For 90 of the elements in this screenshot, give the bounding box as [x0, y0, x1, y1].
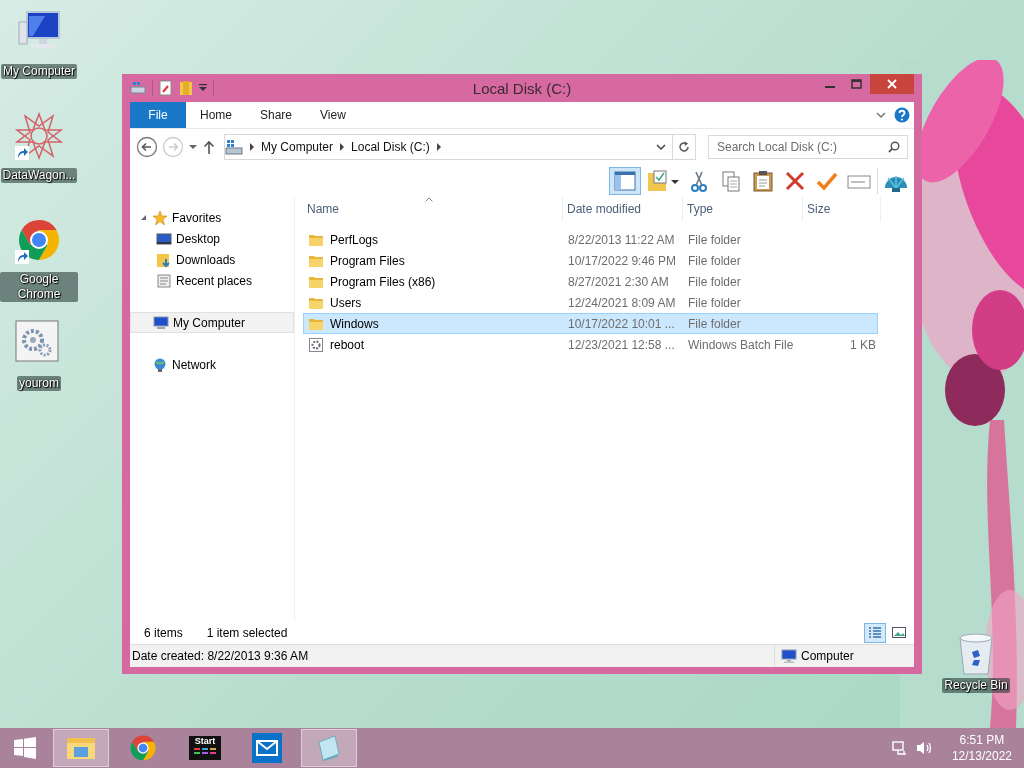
breadcrumb-arrow-icon[interactable] — [339, 143, 346, 151]
date-cell-text: 12/24/2021 8:09 AM — [567, 295, 677, 310]
file-name: Program Files — [330, 253, 405, 268]
windows-logo-icon[interactable] — [14, 737, 36, 759]
network-icon[interactable] — [891, 740, 908, 756]
file-name: Users — [330, 295, 362, 310]
column-header[interactable]: Size — [803, 197, 881, 221]
folder-download-icon — [156, 251, 172, 268]
desktop-icon-label[interactable]: yourom — [17, 376, 61, 391]
breadcrumb-arrow-icon[interactable] — [249, 143, 255, 151]
file-name: Windows — [330, 316, 379, 331]
file-row[interactable]: Windows 10/17/2022 10:01 ... File folder — [303, 313, 878, 334]
computer-icon — [781, 648, 797, 664]
color-bars-icon[interactable] — [192, 747, 218, 757]
nav-item[interactable]: Desktop — [130, 228, 294, 249]
properties-icon[interactable] — [159, 80, 173, 96]
type-cell-text: File folder — [687, 253, 742, 268]
search-icon[interactable] — [888, 141, 900, 153]
date-cell-text: 12/23/2021 12:58 ... — [567, 337, 676, 352]
close-button[interactable] — [870, 74, 914, 94]
date-cell-text: 8/27/2021 2:30 AM — [567, 274, 670, 289]
up-arrow-icon[interactable] — [202, 139, 216, 155]
status-location: Computer — [801, 649, 854, 663]
close-icon[interactable] — [887, 79, 897, 89]
status-text: Date created: 8/22/2013 9:36 AM — [132, 649, 309, 663]
item-count: 6 items — [144, 625, 183, 640]
caret-icon[interactable] — [188, 143, 198, 151]
caret-icon[interactable] — [199, 84, 207, 92]
file-name: reboot — [330, 337, 365, 352]
app-button[interactable]: Start — [177, 729, 233, 767]
chrome-icon[interactable] — [128, 733, 158, 763]
breadcrumb-link[interactable]: My Computer — [261, 140, 334, 154]
file-row[interactable]: Program Files (x86) 8/27/2021 2:30 AM File folder — [303, 271, 878, 292]
file-row[interactable]: PerfLogs 8/22/2013 11:22 AM File folder — [303, 229, 878, 250]
preview-pane-button[interactable] — [609, 167, 641, 195]
desktop-icon-label[interactable]: My Computer — [1, 64, 77, 79]
star-emblem-icon — [15, 112, 63, 160]
date-cell-text: 8/22/2013 11:22 AM — [567, 232, 676, 247]
desktop-icon-label[interactable]: Google Chrome — [0, 272, 78, 302]
drive-icon — [225, 139, 243, 155]
file-name: PerfLogs — [330, 232, 379, 247]
mail-icon[interactable] — [252, 733, 282, 763]
chevron-down-icon[interactable] — [656, 143, 666, 151]
preview-pane-icon[interactable] — [614, 170, 636, 192]
breadcrumb-arrow-icon[interactable] — [435, 143, 442, 151]
recent-places-icon — [156, 272, 172, 289]
nav-item[interactable]: Favorites — [130, 207, 294, 228]
desktop-icon-label[interactable]: Recycle Bin — [942, 678, 1010, 693]
nav-item[interactable]: Downloads — [130, 249, 294, 270]
refresh-icon[interactable] — [678, 141, 690, 153]
drive-icon[interactable] — [130, 80, 146, 96]
desktop-icon-label[interactable]: DataWagon... — [0, 168, 78, 183]
star-icon — [152, 209, 168, 226]
gear-file-icon — [308, 336, 324, 353]
type-cell-text: File folder — [687, 316, 742, 331]
search-field[interactable]: Search Local Disk (C:) — [708, 135, 908, 159]
type-cell-text: Windows Batch File — [687, 337, 795, 352]
column-header[interactable]: Date modified — [563, 197, 683, 221]
column-header[interactable]: Type — [683, 197, 803, 221]
window-title: Local Disk (C:) — [471, 79, 573, 97]
nav-item[interactable]: My Computer — [130, 312, 294, 333]
column-header[interactable]: Name — [303, 197, 563, 221]
nav-item[interactable]: Recent places — [130, 270, 294, 291]
computer-icon — [153, 314, 169, 331]
selection-count: 1 item selected — [206, 625, 288, 640]
expand-arrow-icon[interactable] — [139, 214, 147, 221]
file-tab[interactable]: File — [130, 102, 186, 128]
chevron-down-icon[interactable] — [876, 111, 886, 119]
size-cell-text: 1 KB — [849, 337, 876, 352]
help-icon[interactable] — [894, 107, 910, 123]
desktop-icon — [156, 230, 172, 247]
nav-item[interactable]: Network — [130, 354, 294, 375]
ribbon-tab[interactable]: Share — [246, 102, 307, 128]
back-button[interactable] — [136, 136, 158, 158]
breadcrumb-link[interactable]: Local Disk (C:) — [351, 140, 430, 154]
date-cell-text: 10/17/2022 9:46 PM — [567, 253, 678, 268]
ribbon-tab[interactable]: View — [306, 102, 360, 128]
file-name: Program Files (x86) — [330, 274, 436, 289]
maximize-icon[interactable] — [851, 79, 862, 89]
network-icon — [152, 356, 168, 373]
type-cell-text: File folder — [687, 295, 742, 310]
type-cell-text: File folder — [687, 274, 742, 289]
address-bar[interactable]: My Computer Local Disk (C:) — [224, 134, 696, 160]
date-cell-text: 10/17/2022 10:01 ... — [567, 316, 676, 331]
file-row[interactable]: reboot 12/23/2021 12:58 ... Windows Batch File 1 KB — [303, 334, 878, 355]
file-row[interactable]: Program Files 10/17/2022 9:46 PM File folder — [303, 250, 878, 271]
type-cell-text: File folder — [687, 232, 742, 247]
ribbon-tab[interactable]: Home — [186, 102, 246, 128]
speaker-icon[interactable] — [915, 740, 934, 756]
file-row[interactable]: Users 12/24/2021 8:09 AM File folder — [303, 292, 878, 313]
